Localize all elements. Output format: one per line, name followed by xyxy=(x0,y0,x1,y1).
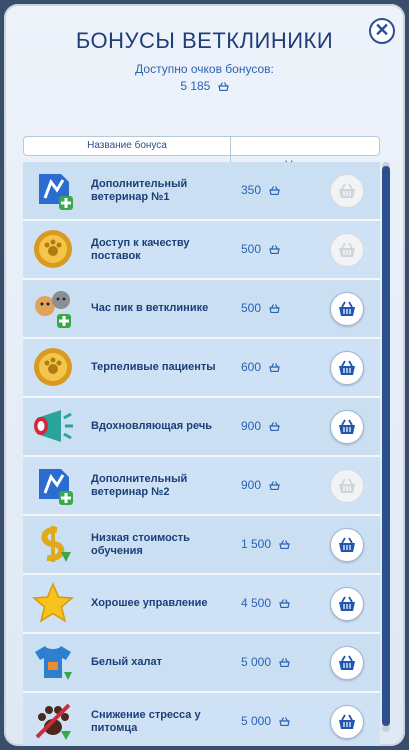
perk-row[interactable]: Хорошее управление 4 500 xyxy=(23,575,380,634)
column-name-header[interactable]: Название бонуса xyxy=(24,137,230,155)
perk-name-text: Дополнительный ветеринар №1 xyxy=(91,177,188,203)
perk-row[interactable]: Вдохновляющая речь 900 xyxy=(23,398,380,457)
perk-name-text: Вдохновляющая речь xyxy=(91,420,212,432)
buy-button[interactable] xyxy=(330,233,364,267)
perk-points-icon xyxy=(271,596,291,610)
perk-name: Терпеливые пациенты xyxy=(91,339,233,396)
perk-price: 500 xyxy=(241,221,281,278)
perk-row[interactable]: Дополнительный ветеринар №2 900 xyxy=(23,457,380,516)
perk-points-icon xyxy=(261,360,281,374)
perk-price: 350 xyxy=(241,162,281,219)
perk-price-value: 500 xyxy=(241,301,262,315)
perk-name: Дополнительный ветеринар №2 xyxy=(91,457,233,514)
buy-button[interactable] xyxy=(330,351,364,385)
perk-price-value: 5 000 xyxy=(241,714,272,728)
perk-price-value: 900 xyxy=(241,419,262,433)
perk-price-value: 350 xyxy=(241,183,262,197)
money-down-icon xyxy=(31,522,75,566)
perk-price-value: 500 xyxy=(241,242,262,256)
available-points-value: 5 185 xyxy=(180,79,211,93)
perk-price: 500 xyxy=(241,280,281,337)
perk-price: 900 xyxy=(241,457,281,514)
perk-row[interactable]: Снижение стресса у питомца 5 000 xyxy=(23,693,380,746)
perk-price-value: 5 000 xyxy=(241,655,272,669)
perk-points-icon xyxy=(271,655,291,669)
extra-vet-icon xyxy=(31,463,75,507)
perk-row[interactable]: Час пик в ветклинике 500 xyxy=(23,280,380,339)
perk-row[interactable]: Белый халат 5 000 xyxy=(23,634,380,693)
perk-price-value: 1 500 xyxy=(241,537,272,551)
perk-name-text: Доступ к качеству поставок xyxy=(91,236,190,262)
buy-button[interactable] xyxy=(330,705,364,739)
perk-name-text: Белый халат xyxy=(91,656,162,668)
perk-name: Час пик в ветклинике xyxy=(91,280,233,337)
perk-price-value: 4 500 xyxy=(241,596,272,610)
perk-name-text: Низкая стоимость обучения xyxy=(91,531,190,557)
perk-row[interactable]: Дополнительный ветеринар №1 350 xyxy=(23,162,380,221)
perk-name-text: Терпеливые пациенты xyxy=(91,361,216,373)
perk-price: 1 500 xyxy=(241,516,291,573)
megaphone-icon xyxy=(31,404,75,448)
perk-row[interactable]: Низкая стоимость обучения 1 500 xyxy=(23,516,380,575)
available-points: 5 185 xyxy=(4,79,405,93)
paw-icon xyxy=(31,699,75,743)
buy-button[interactable] xyxy=(330,174,364,208)
buy-button[interactable] xyxy=(330,528,364,562)
perk-price-value: 600 xyxy=(241,360,262,374)
scrollbar[interactable] xyxy=(382,162,390,732)
perk-name: Снижение стресса у питомца xyxy=(91,693,233,746)
perk-price: 4 500 xyxy=(241,575,291,632)
extra-vet-icon xyxy=(31,168,75,212)
perk-name-text: Дополнительный ветеринар №2 xyxy=(91,472,188,498)
perk-name: Белый халат xyxy=(91,634,233,691)
perk-points-icon xyxy=(271,537,291,551)
scrollbar-thumb[interactable] xyxy=(382,166,390,726)
buy-button[interactable] xyxy=(330,469,364,503)
perk-name-text: Снижение стресса у питомца xyxy=(91,708,201,734)
perk-name: Доступ к качеству поставок xyxy=(91,221,233,278)
perk-name: Низкая стоимость обучения xyxy=(91,516,233,573)
gold-medal-icon xyxy=(31,345,75,389)
buy-button[interactable] xyxy=(330,292,364,326)
gold-medal-icon xyxy=(31,227,75,271)
perk-list: Дополнительный ветеринар №1 350 Доступ к … xyxy=(23,162,380,746)
table-header: Название бонуса Цена xyxy=(23,136,380,194)
perk-price-value: 900 xyxy=(241,478,262,492)
available-points-label: Доступно очков бонусов: xyxy=(135,62,274,76)
perk-row[interactable]: Терпеливые пациенты 600 xyxy=(23,339,380,398)
star-icon xyxy=(31,581,75,625)
perk-price: 900 xyxy=(241,398,281,455)
perk-points-icon xyxy=(271,714,291,728)
perk-price: 5 000 xyxy=(241,634,291,691)
perk-name-text: Час пик в ветклинике xyxy=(91,302,209,314)
perk-points-icon xyxy=(261,183,281,197)
shirt-icon xyxy=(31,640,75,684)
perk-name: Хорошее управление xyxy=(91,575,233,632)
perks-window: ✕ БОНУСЫ ВЕТКЛИНИКИ Доступно очков бонус… xyxy=(4,4,405,746)
perk-name-text: Хорошее управление xyxy=(91,597,208,609)
buy-button[interactable] xyxy=(330,587,364,621)
perk-price: 5 000 xyxy=(241,693,291,746)
perk-points-icon xyxy=(261,301,281,315)
buy-button[interactable] xyxy=(330,410,364,444)
dog-cat-icon xyxy=(31,286,75,330)
perk-name: Дополнительный ветеринар №1 xyxy=(91,162,233,219)
buy-button[interactable] xyxy=(330,646,364,680)
perk-price: 600 xyxy=(241,339,281,396)
perk-points-icon xyxy=(261,419,281,433)
perk-row[interactable]: Доступ к качеству поставок 500 xyxy=(23,221,380,280)
page-title: БОНУСЫ ВЕТКЛИНИКИ xyxy=(75,28,334,53)
perk-points-icon xyxy=(261,478,281,492)
perk-points-icon xyxy=(217,82,229,91)
perk-points-icon xyxy=(261,242,281,256)
perk-name: Вдохновляющая речь xyxy=(91,398,233,455)
